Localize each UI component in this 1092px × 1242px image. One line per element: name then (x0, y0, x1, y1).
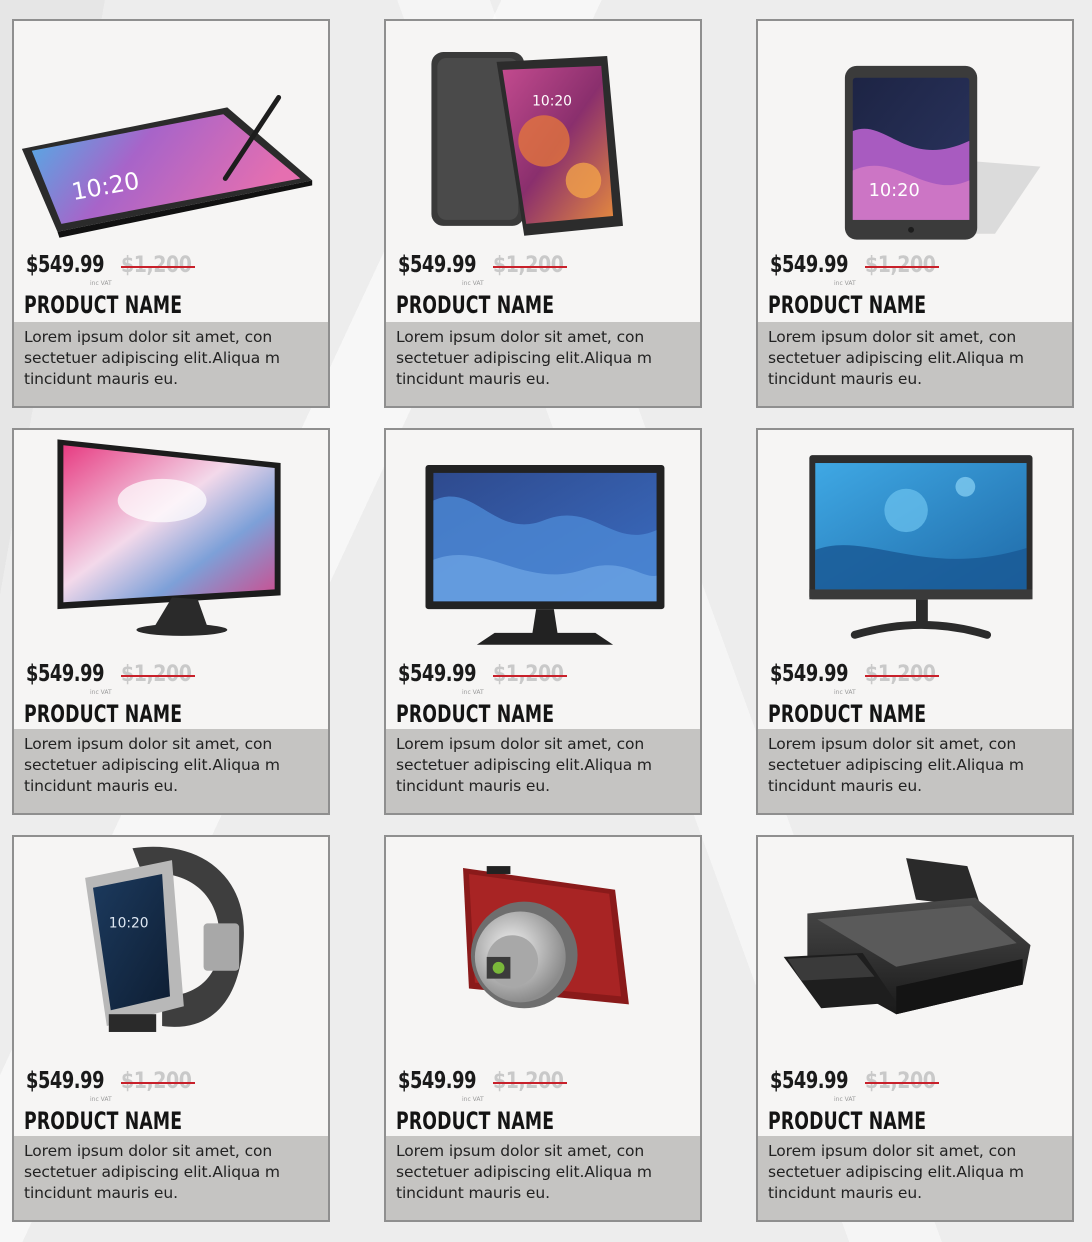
product-price: $549.99 (398, 1068, 477, 1094)
tv-monitor-icon (14, 430, 328, 658)
strike-line (120, 675, 195, 677)
watch-screen-time: 10:20 (109, 915, 149, 931)
phone-screen-time: 10:20 (532, 93, 572, 109)
vat-note: inc VAT (462, 280, 484, 287)
product-card[interactable]: $549.99 $1,200 inc VAT PRODUCT NAME Lore… (756, 835, 1074, 1222)
product-price: $549.99 (26, 661, 105, 687)
vat-note: inc VAT (834, 280, 856, 287)
product-description: Lorem ipsum dolor sit amet, con sectetue… (386, 1136, 700, 1220)
product-card[interactable]: $549.99 $1,200 inc VAT PRODUCT NAME Lore… (384, 835, 702, 1222)
product-description: Lorem ipsum dolor sit amet, con sectetue… (758, 322, 1072, 406)
product-name[interactable]: PRODUCT NAME (768, 291, 926, 319)
strike-line (492, 675, 567, 677)
camera-icon (386, 837, 700, 1065)
product-price: $549.99 (398, 252, 477, 278)
product-name[interactable]: PRODUCT NAME (396, 700, 554, 728)
vat-note: inc VAT (90, 689, 112, 696)
product-description: Lorem ipsum dolor sit amet, con sectetue… (758, 729, 1072, 813)
product-description: Lorem ipsum dolor sit amet, con sectetue… (14, 322, 328, 406)
vat-note: inc VAT (834, 1096, 856, 1103)
product-price: $549.99 (398, 661, 477, 687)
smartphone-icon: 10:20 (386, 21, 700, 249)
product-name[interactable]: PRODUCT NAME (24, 700, 182, 728)
product-name[interactable]: PRODUCT NAME (24, 291, 182, 319)
strike-line (492, 266, 567, 268)
product-description: Lorem ipsum dolor sit amet, con sectetue… (386, 729, 700, 813)
vat-note: inc VAT (90, 280, 112, 287)
product-price: $549.99 (770, 661, 849, 687)
all-in-one-monitor-icon (758, 430, 1072, 658)
product-name[interactable]: PRODUCT NAME (768, 1107, 926, 1135)
product-price: $549.99 (770, 1068, 849, 1094)
strike-line (492, 1082, 567, 1084)
vat-note: inc VAT (462, 1096, 484, 1103)
product-card[interactable]: 10:20 $549.99 $1,200 inc VAT PRODUCT NAM… (384, 19, 702, 408)
product-name[interactable]: PRODUCT NAME (396, 1107, 554, 1135)
tablet-icon: 10:20 (758, 21, 1072, 249)
tablet-with-stylus-icon: 10:20 (14, 21, 328, 249)
product-card[interactable]: 10:20 $549.99 $1,200 inc VAT PRODUCT NAM… (12, 19, 330, 408)
product-grid: 10:20 $549.99 $1,200 inc VAT PRODUCT NAM… (12, 19, 1074, 1222)
product-description: Lorem ipsum dolor sit amet, con sectetue… (14, 1136, 328, 1220)
product-price: $549.99 (770, 252, 849, 278)
strike-line (120, 266, 195, 268)
strike-line (864, 266, 939, 268)
product-name[interactable]: PRODUCT NAME (24, 1107, 182, 1135)
product-card[interactable]: $549.99 $1,200 inc VAT PRODUCT NAME Lore… (384, 428, 702, 815)
product-name[interactable]: PRODUCT NAME (768, 700, 926, 728)
product-card[interactable]: $549.99 $1,200 inc VAT PRODUCT NAME Lore… (756, 428, 1074, 815)
product-card[interactable]: $549.99 $1,200 inc VAT PRODUCT NAME Lore… (12, 428, 330, 815)
printer-icon (758, 837, 1072, 1065)
product-description: Lorem ipsum dolor sit amet, con sectetue… (758, 1136, 1072, 1220)
product-name[interactable]: PRODUCT NAME (396, 291, 554, 319)
desktop-monitor-icon (386, 430, 700, 658)
strike-line (864, 1082, 939, 1084)
strike-line (120, 1082, 195, 1084)
product-price: $549.99 (26, 1068, 105, 1094)
product-card[interactable]: 10:20 $549.99 $1,200 inc VAT PRODUCT NAM… (12, 835, 330, 1222)
product-card[interactable]: 10:20 $549.99 $1,200 inc VAT PRODUCT NAM… (756, 19, 1074, 408)
vat-note: inc VAT (834, 689, 856, 696)
smartwatch-icon: 10:20 (14, 837, 328, 1065)
product-price: $549.99 (26, 252, 105, 278)
tablet-screen-time: 10:20 (869, 181, 920, 201)
product-description: Lorem ipsum dolor sit amet, con sectetue… (386, 322, 700, 406)
vat-note: inc VAT (462, 689, 484, 696)
vat-note: inc VAT (90, 1096, 112, 1103)
strike-line (864, 675, 939, 677)
product-description: Lorem ipsum dolor sit amet, con sectetue… (14, 729, 328, 813)
